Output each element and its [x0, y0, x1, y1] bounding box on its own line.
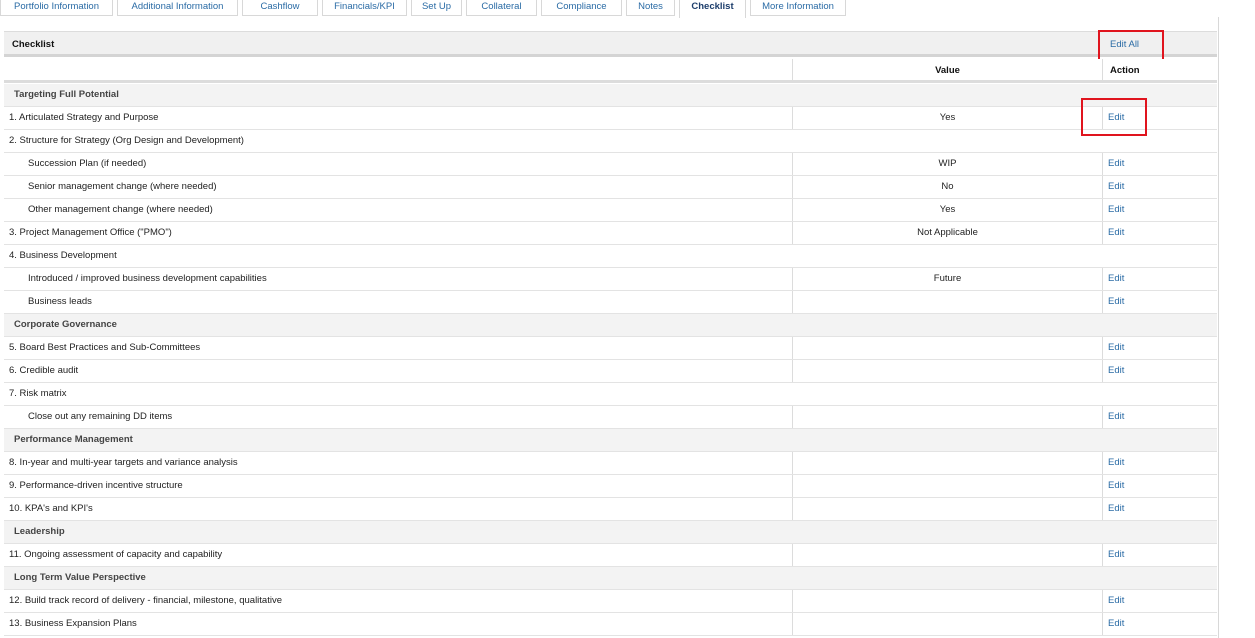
checklist-row: 4. Business Development — [4, 245, 1217, 268]
item-label: 12. Build track record of delivery - fin… — [9, 595, 282, 606]
item-label: 13. Business Expansion Plans — [9, 618, 137, 629]
tab-financials-kpi[interactable]: Financials/KPI — [322, 0, 407, 16]
edit-link[interactable]: Edit — [1102, 406, 1217, 428]
checklist-row: Introduced / improved business developme… — [4, 268, 1217, 291]
checklist-row: 1. Articulated Strategy and Purpose Yes Ed… — [4, 107, 1217, 130]
checklist-row: 13. Business Expansion Plans Edit — [4, 613, 1217, 636]
tab-set-up[interactable]: Set Up — [411, 0, 462, 16]
checklist-row: 7. Risk matrix — [4, 383, 1217, 406]
edit-link[interactable]: Edit — [1102, 337, 1217, 359]
checklist-row: Other management change (where needed) Ye… — [4, 199, 1217, 222]
edit-link[interactable]: Edit — [1102, 222, 1217, 244]
action-column-header: Action — [1102, 59, 1217, 80]
checklist-row: 8. In-year and multi-year targets and va… — [4, 452, 1217, 475]
item-label: Close out any remaining DD items — [28, 411, 173, 422]
item-label: Other management change (where needed) — [28, 204, 213, 215]
item-value: Yes — [792, 199, 1102, 221]
edit-link[interactable]: Edit — [1102, 590, 1217, 612]
section-title: Leadership — [14, 526, 65, 537]
edit-link[interactable]: Edit — [1102, 291, 1217, 313]
checklist-row: 9. Performance-driven incentive structur… — [4, 475, 1217, 498]
checklist-row: Business leads Edit — [4, 291, 1217, 314]
edit-link[interactable]: Edit — [1102, 153, 1217, 175]
item-label: 10. KPA's and KPI's — [9, 503, 93, 514]
item-value — [792, 590, 1102, 612]
item-value — [792, 475, 1102, 497]
edit-link[interactable]: Edit — [1102, 199, 1217, 221]
section-header-row: Performance Management — [4, 429, 1217, 452]
checklist-table-body: Targeting Full Potential 1. Articulated S… — [4, 84, 1217, 636]
section-header-row: Corporate Governance — [4, 314, 1217, 337]
item-label: 9. Performance-driven incentive structur… — [9, 480, 183, 491]
item-value — [792, 613, 1102, 635]
checklist-row: 12. Build track record of delivery - fin… — [4, 590, 1217, 613]
item-value — [792, 337, 1102, 359]
checklist-row: 10. KPA's and KPI's Edit — [4, 498, 1217, 521]
checklist-title: Checklist — [12, 39, 55, 50]
section-header-row: Long Term Value Perspective — [4, 567, 1217, 590]
item-label: 11. Ongoing assessment of capacity and c… — [9, 549, 223, 560]
item-label: Business leads — [28, 296, 92, 307]
item-value: No — [792, 176, 1102, 198]
item-value: Not Applicable — [792, 222, 1102, 244]
checklist-row: 5. Board Best Practices and Sub-Committe… — [4, 337, 1217, 360]
checklist-title-bar: Checklist Edit All — [4, 31, 1217, 57]
edit-link[interactable]: Edit — [1102, 107, 1217, 129]
checklist-row: Close out any remaining DD items Edit — [4, 406, 1217, 429]
checklist-row: 6. Credible audit Edit — [4, 360, 1217, 383]
tab-portfolio-information[interactable]: Portfolio Information — [0, 0, 113, 16]
item-label: 8. In-year and multi-year targets and va… — [9, 457, 238, 468]
edit-link[interactable]: Edit — [1102, 176, 1217, 198]
edit-link[interactable]: Edit — [1102, 360, 1217, 382]
checklist-row: 2. Structure for Strategy (Org Design an… — [4, 130, 1217, 153]
item-label: 4. Business Development — [9, 250, 117, 261]
tab-cashflow[interactable]: Cashflow — [242, 0, 318, 16]
item-value — [792, 360, 1102, 382]
tab-collateral[interactable]: Collateral — [466, 0, 537, 16]
table-header: Value Action — [4, 59, 1217, 83]
checklist-row: Succession Plan (if needed) WIP Edit — [4, 153, 1217, 176]
edit-all-link[interactable]: Edit All — [1110, 39, 1139, 50]
tab-bar: Portfolio Information Additional Informa… — [0, 0, 850, 18]
item-value — [792, 291, 1102, 313]
item-value: WIP — [792, 153, 1102, 175]
edit-link[interactable]: Edit — [1102, 268, 1217, 290]
section-header-row: Targeting Full Potential — [4, 84, 1217, 107]
item-label: 1. Articulated Strategy and Purpose — [9, 112, 159, 123]
section-title: Performance Management — [14, 434, 133, 445]
tab-notes[interactable]: Notes — [626, 0, 675, 16]
item-label: Senior management change (where needed) — [28, 181, 217, 192]
tab-compliance[interactable]: Compliance — [541, 0, 622, 16]
item-value — [792, 544, 1102, 566]
checklist-row: Senior management change (where needed) N… — [4, 176, 1217, 199]
tab-more-information[interactable]: More Information — [750, 0, 846, 16]
edit-link[interactable]: Edit — [1102, 544, 1217, 566]
section-title: Targeting Full Potential — [14, 89, 119, 100]
section-header-row: Leadership — [4, 521, 1217, 544]
checklist-row: 3. Project Management Office ("PMO") Not … — [4, 222, 1217, 245]
value-column-header: Value — [792, 59, 1102, 80]
edit-link[interactable]: Edit — [1102, 498, 1217, 520]
item-value — [792, 498, 1102, 520]
edit-link[interactable]: Edit — [1102, 475, 1217, 497]
item-value — [792, 406, 1102, 428]
item-value: Future — [792, 268, 1102, 290]
item-label: 7. Risk matrix — [9, 388, 67, 399]
section-title: Corporate Governance — [14, 319, 117, 330]
item-label: 2. Structure for Strategy (Org Design an… — [9, 135, 244, 146]
item-label: Succession Plan (if needed) — [28, 158, 147, 169]
edit-link[interactable]: Edit — [1102, 613, 1217, 635]
item-label: 3. Project Management Office ("PMO") — [9, 227, 172, 238]
edit-link[interactable]: Edit — [1102, 452, 1217, 474]
tab-checklist[interactable]: Checklist — [679, 0, 746, 18]
item-label: Introduced / improved business developme… — [28, 273, 267, 284]
item-label: 6. Credible audit — [9, 365, 79, 376]
section-title: Long Term Value Perspective — [14, 572, 146, 583]
tab-additional-information[interactable]: Additional Information — [117, 0, 238, 16]
checklist-row: 11. Ongoing assessment of capacity and c… — [4, 544, 1217, 567]
item-value: Yes — [792, 107, 1102, 129]
item-label: 5. Board Best Practices and Sub-Committe… — [9, 342, 201, 353]
item-value — [792, 452, 1102, 474]
